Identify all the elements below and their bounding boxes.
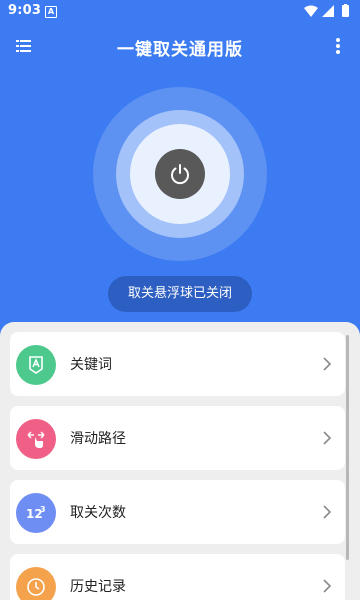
menu-item-label: 关键词: [70, 357, 112, 373]
menu-item-label: 历史记录: [70, 579, 126, 595]
signal-icon: [322, 5, 334, 17]
status-bar: 9:03 A: [0, 0, 360, 24]
app-title: 一键取关通用版: [117, 40, 243, 60]
menu-item-keywords[interactable]: 关键词: [10, 332, 345, 396]
count-icon: 12 3: [16, 493, 56, 533]
keyword-icon: [16, 345, 56, 385]
notification-a-icon: A: [45, 6, 57, 18]
chevron-right-icon: [323, 431, 331, 445]
chevron-right-icon: [323, 357, 331, 371]
chevron-right-icon: [323, 579, 331, 593]
menu-item-swipe-path[interactable]: 滑动路径: [10, 406, 345, 470]
scrollbar[interactable]: [346, 335, 349, 560]
swipe-path-icon: [16, 419, 56, 459]
wifi-icon: [304, 5, 318, 17]
app-bar: 一键取关通用版: [0, 24, 360, 68]
status-icons: [304, 4, 349, 17]
chevron-right-icon: [323, 505, 331, 519]
power-button[interactable]: [155, 149, 205, 199]
svg-text:3: 3: [40, 505, 46, 514]
history-icon: [16, 567, 56, 600]
menu-item-history[interactable]: 历史记录: [10, 554, 345, 600]
app-screen: 9:03 A 一键取关通用版 取关悬浮球已关闭 关键词 滑动路径 12 3 取关…: [0, 0, 360, 600]
battery-icon: [342, 5, 349, 17]
menu-item-label: 取关次数: [70, 505, 126, 521]
more-vert-icon[interactable]: [334, 36, 342, 56]
menu-item-count[interactable]: 12 3 取关次数: [10, 480, 345, 544]
bottom-sheet: 关键词 滑动路径 12 3 取关次数 历史记录: [0, 322, 360, 600]
status-time: 9:03: [8, 3, 42, 18]
menu-item-label: 滑动路径: [70, 431, 126, 447]
power-status-pill: 取关悬浮球已关闭: [108, 276, 252, 312]
power-icon: [171, 164, 189, 185]
